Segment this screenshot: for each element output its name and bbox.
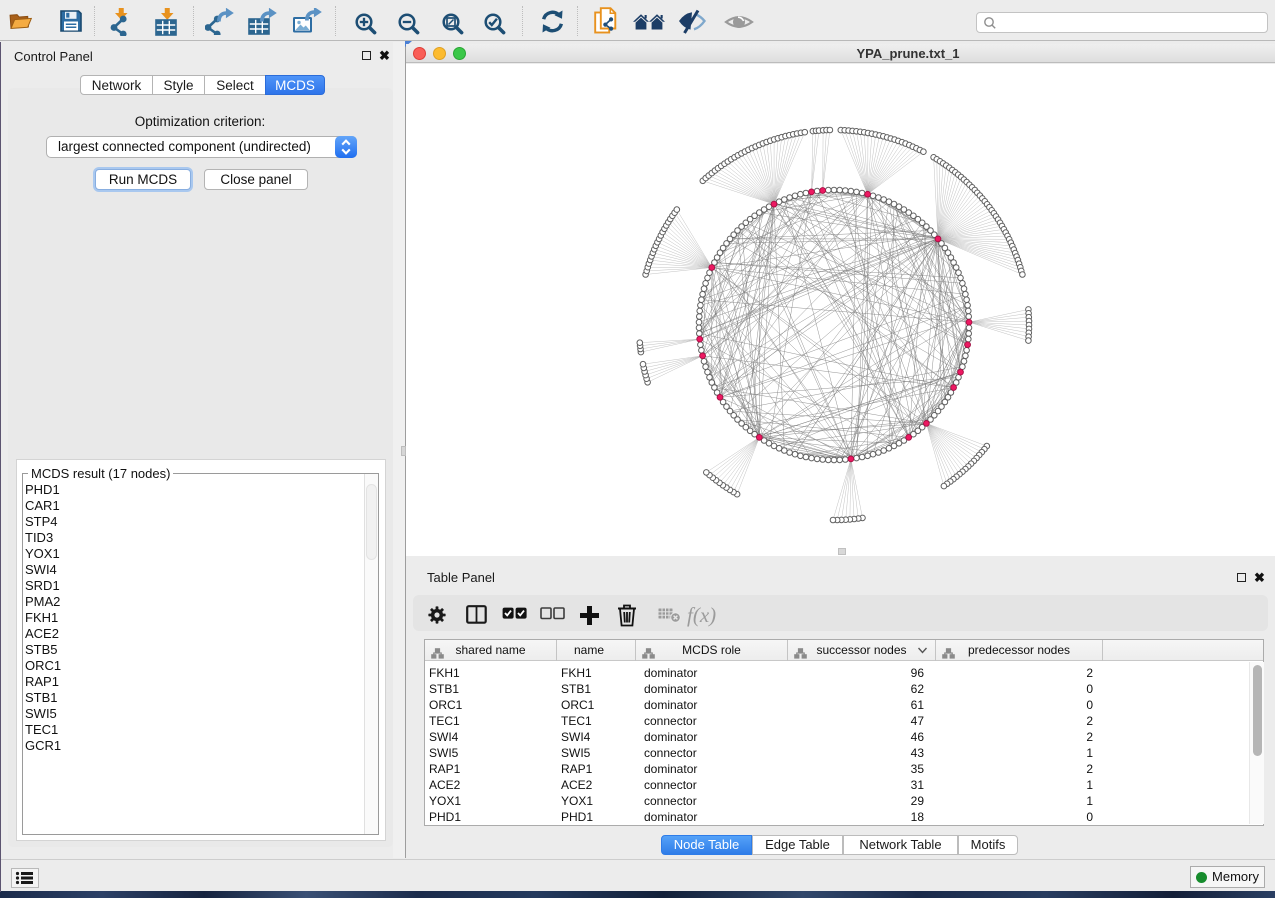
- svg-text:f(x): f(x): [687, 603, 716, 627]
